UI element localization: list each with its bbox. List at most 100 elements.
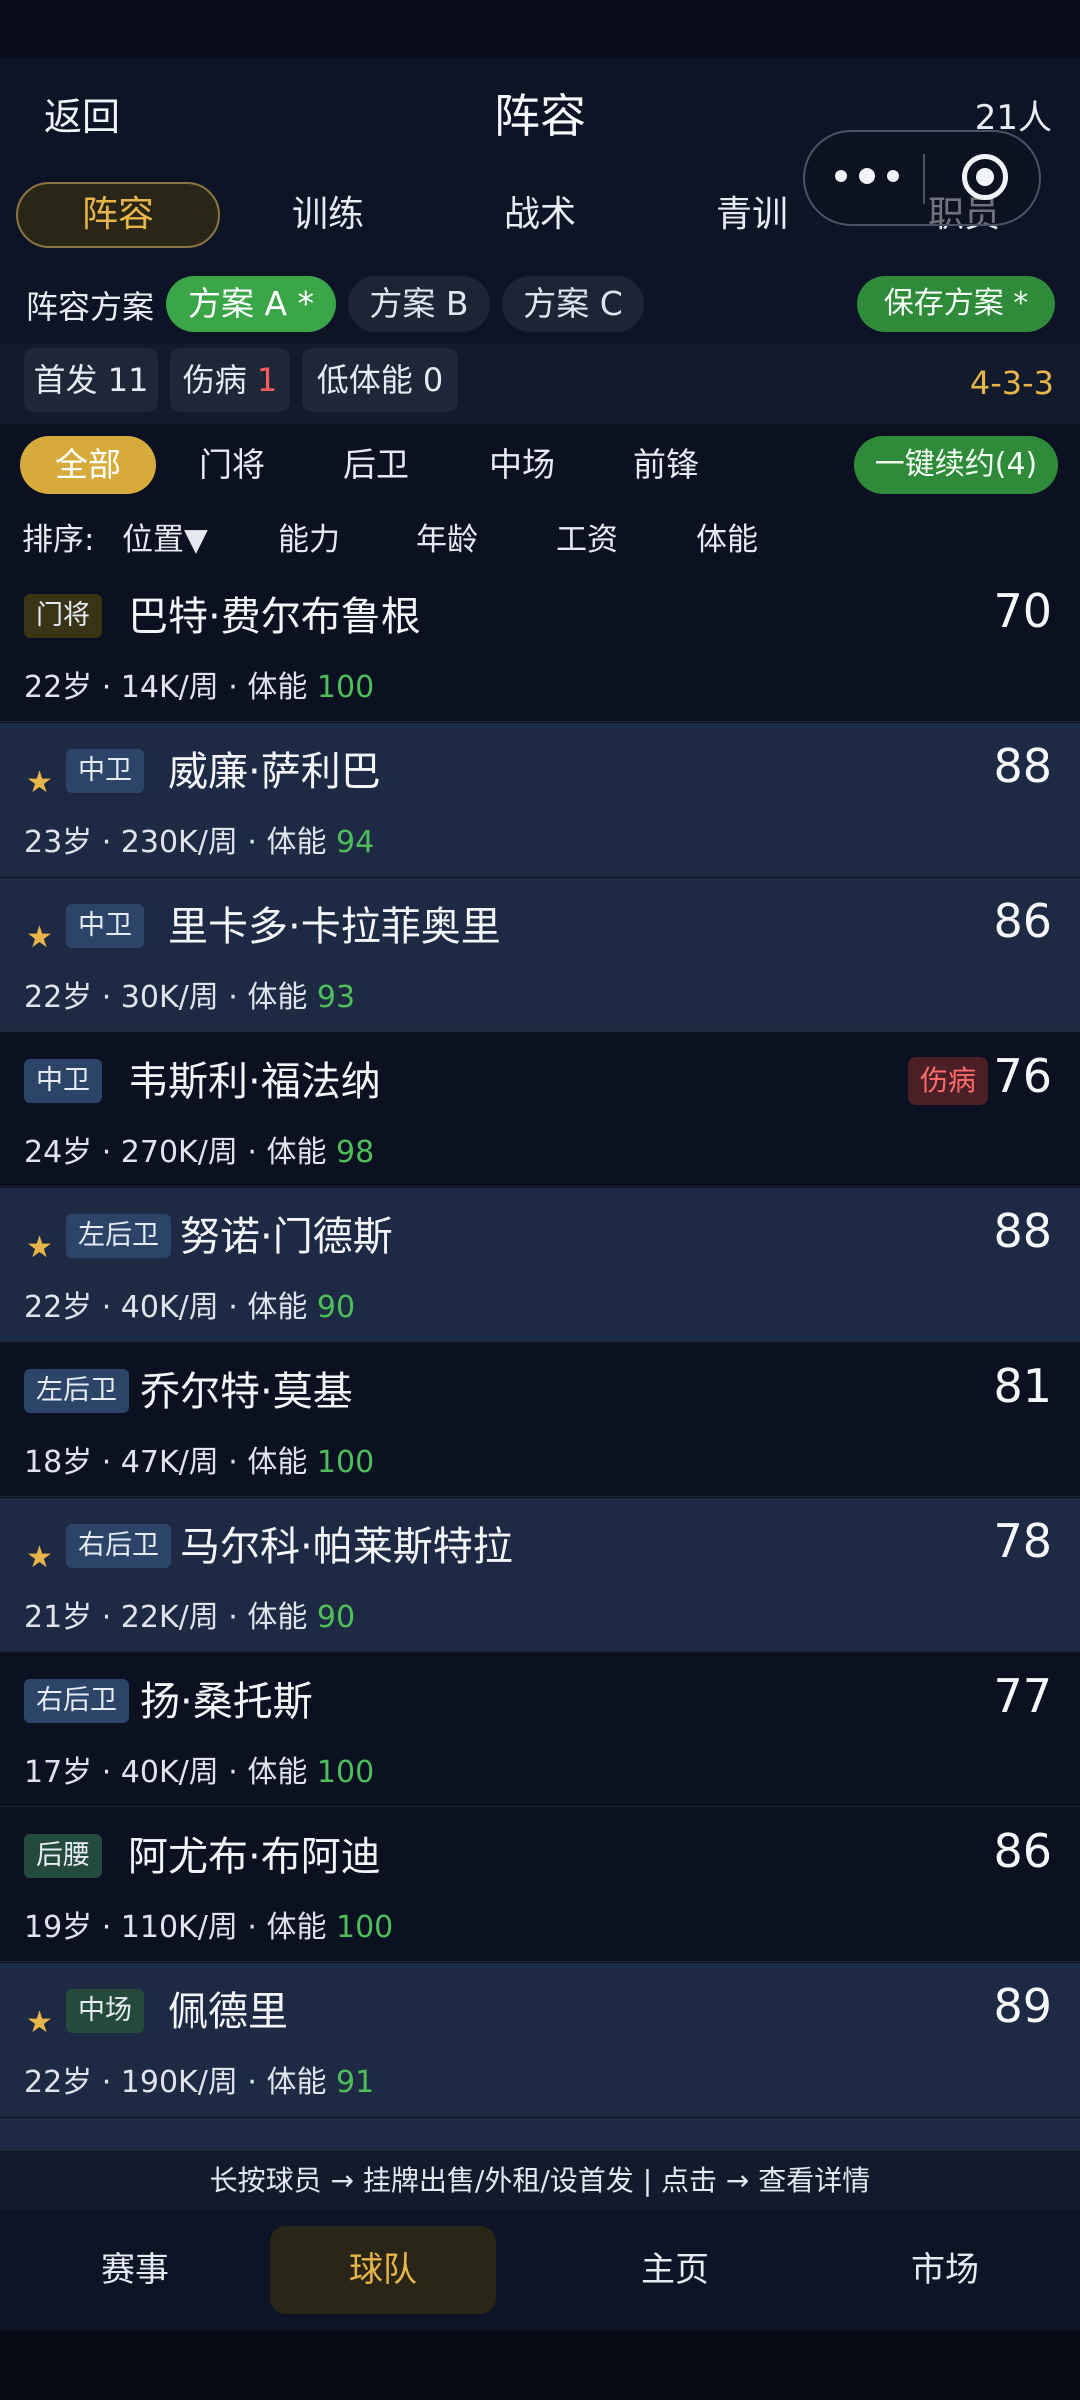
player-age: 22岁 (24, 980, 93, 1015)
sort-age[interactable]: 年龄 (416, 514, 478, 559)
player-name: 马尔科·帕莱斯特拉 (180, 1524, 513, 1570)
player-age: 18岁 (24, 1445, 93, 1480)
player-rating: 88 (993, 739, 1052, 793)
player-row[interactable]: 左后卫 乔尔特·莫基 81 18岁 · 47K/周 · 体能 100 (0, 1343, 1080, 1497)
player-name: 威廉·萨利巴 (168, 749, 381, 795)
player-name: 阿尤布·布阿迪 (128, 1834, 381, 1880)
sort-label: 排序: (22, 522, 95, 558)
filter-midfielder[interactable]: 中场 (460, 436, 584, 494)
player-stamina: 90 (316, 1600, 356, 1635)
player-stamina: 91 (336, 2065, 375, 2100)
scheme-c-button[interactable]: 方案 C (502, 276, 644, 332)
position-badge: 后腰 (24, 1834, 102, 1878)
scheme-label: 阵容方案 (26, 288, 155, 326)
squad-stats: 首发 11 伤病 1 低体能 0 4-3-3 (0, 344, 1080, 424)
filter-all[interactable]: 全部 (20, 436, 156, 494)
tab-lineup[interactable]: 阵容 (16, 182, 220, 248)
player-row[interactable]: ★ 中卫 里卡多·卡拉菲奥里 86 22岁 · 30K/周 · 体能 93 (0, 878, 1080, 1032)
formation[interactable]: 4-3-3 (970, 364, 1054, 402)
player-row[interactable]: 中卫 韦斯利·福法纳 伤病 76 24岁 · 270K/周 · 体能 98 (0, 1033, 1080, 1187)
player-meta: 23岁 · 230K/周 · 体能 94 (24, 825, 375, 860)
nav-matches[interactable]: 赛事 (22, 2226, 248, 2314)
injured-count: 伤病 1 (170, 348, 290, 412)
scheme-b-button[interactable]: 方案 B (348, 276, 490, 332)
status-bar (0, 0, 1080, 58)
sort-stamina[interactable]: 体能 (696, 514, 758, 559)
scheme-a-button[interactable]: 方案 A * (166, 276, 336, 332)
player-wage: 40K/周 (120, 1755, 219, 1790)
stamina-label: 体能 (247, 670, 308, 705)
player-rating: 77 (993, 1669, 1052, 1723)
player-wage: 230K/周 (120, 825, 238, 860)
position-badge: 右后卫 (66, 1524, 171, 1568)
player-row-partial[interactable] (0, 2118, 1080, 2150)
injured-label: 伤病 (182, 361, 247, 399)
player-rating: 76 (993, 1049, 1052, 1103)
player-wage: 22K/周 (120, 1600, 219, 1635)
player-meta: 22岁 · 190K/周 · 体能 91 (24, 2065, 375, 2100)
player-name: 韦斯利·福法纳 (128, 1059, 381, 1105)
renew-all-button[interactable]: 一键续约(4) (854, 436, 1058, 494)
position-badge: 中场 (66, 1989, 144, 2033)
player-rating: 86 (993, 894, 1052, 948)
filter-goalkeeper[interactable]: 门将 (170, 436, 294, 494)
position-badge: 中卫 (24, 1059, 102, 1103)
player-name: 里卡多·卡拉菲奥里 (168, 904, 501, 950)
position-badge: 中卫 (66, 904, 144, 948)
player-stamina: 100 (316, 670, 375, 705)
starter-star-icon: ★ (26, 765, 53, 800)
player-row[interactable]: 右后卫 扬·桑托斯 77 17岁 · 40K/周 · 体能 100 (0, 1653, 1080, 1807)
player-age: 22岁 (24, 1290, 93, 1325)
stamina-label: 体能 (266, 2065, 327, 2100)
gesture-bar-area (0, 2330, 1080, 2400)
starter-star-icon: ★ (26, 920, 53, 955)
player-meta: 22岁 · 30K/周 · 体能 93 (24, 980, 356, 1015)
player-list[interactable]: 门将 巴特·费尔布鲁根 70 22岁 · 14K/周 · 体能 100 ★ 中卫… (0, 568, 1080, 2150)
player-stamina: 94 (336, 825, 375, 860)
position-filter: 全部 门将 后卫 中场 前锋 一键续约(4) (0, 424, 1080, 506)
stamina-label: 体能 (247, 1600, 308, 1635)
player-row[interactable]: ★ 中卫 威廉·萨利巴 88 23岁 · 230K/周 · 体能 94 (0, 723, 1080, 877)
lineup-scheme-bar: 阵容方案 方案 A * 方案 B 方案 C 保存方案 * (0, 262, 1080, 344)
player-name: 佩德里 (168, 1989, 288, 2035)
nav-market[interactable]: 市场 (832, 2226, 1058, 2314)
position-badge: 左后卫 (24, 1369, 129, 1413)
player-stamina: 100 (316, 1445, 375, 1480)
more-icon[interactable] (835, 160, 905, 196)
player-age: 22岁 (24, 2065, 93, 2100)
player-wage: 270K/周 (120, 1135, 238, 1170)
tab-training[interactable]: 训练 (228, 182, 428, 248)
close-miniprogram-icon[interactable] (962, 154, 1008, 200)
tab-tactics[interactable]: 战术 (440, 182, 640, 248)
player-wage: 40K/周 (120, 1290, 219, 1325)
player-meta: 17岁 · 40K/周 · 体能 100 (24, 1755, 375, 1790)
player-row[interactable]: ★ 右后卫 马尔科·帕莱斯特拉 78 21岁 · 22K/周 · 体能 90 (0, 1498, 1080, 1652)
player-rating: 89 (993, 1979, 1052, 2033)
filter-forward[interactable]: 前锋 (604, 436, 728, 494)
player-stamina: 93 (316, 980, 356, 1015)
player-row[interactable]: ★ 中场 佩德里 89 22岁 · 190K/周 · 体能 91 (0, 1963, 1080, 2117)
player-stamina: 90 (316, 1290, 356, 1325)
starters-count: 首发 11 (24, 348, 158, 412)
save-scheme-button[interactable]: 保存方案 * (857, 276, 1055, 332)
stamina-label: 体能 (266, 825, 327, 860)
bottom-nav: 赛事 球队 主页 市场 (0, 2210, 1080, 2330)
stamina-label: 体能 (266, 1910, 327, 1945)
player-rating: 88 (993, 1204, 1052, 1258)
nav-home[interactable]: 主页 (562, 2226, 788, 2314)
filter-defender[interactable]: 后卫 (314, 436, 438, 494)
player-row[interactable]: 门将 巴特·费尔布鲁根 70 22岁 · 14K/周 · 体能 100 (0, 568, 1080, 722)
low-stamina-count: 低体能 0 (302, 348, 458, 412)
nav-team[interactable]: 球队 (270, 2226, 496, 2314)
mini-program-capsule (803, 130, 1041, 226)
stamina-label: 体能 (247, 1755, 308, 1790)
sort-ability[interactable]: 能力 (278, 514, 340, 559)
starter-star-icon: ★ (26, 2005, 53, 2040)
player-rating: 81 (993, 1359, 1052, 1413)
player-stamina: 100 (316, 1755, 375, 1790)
player-row[interactable]: 后腰 阿尤布·布阿迪 86 19岁 · 110K/周 · 体能 100 (0, 1808, 1080, 1962)
sort-position[interactable]: 位置▼ (122, 514, 208, 559)
sort-salary[interactable]: 工资 (556, 514, 618, 559)
player-row[interactable]: ★ 左后卫 努诺·门德斯 88 22岁 · 40K/周 · 体能 90 (0, 1188, 1080, 1342)
sort-bar: 排序: 位置▼ 能力 年龄 工资 体能 (0, 506, 1080, 569)
